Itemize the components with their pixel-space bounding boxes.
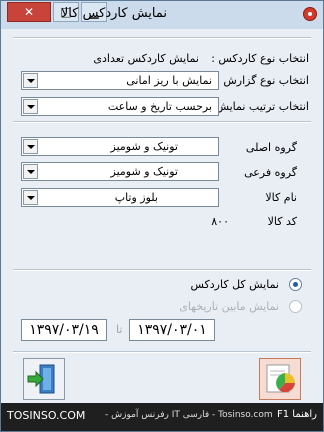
sort-order-combo[interactable]: برحسب تاریخ و ساعت (21, 97, 219, 116)
kardex-window: ✕ □ ▁ نمایش کاردکس کالا انتخاب نوع کاردک… (0, 0, 324, 432)
exit-button[interactable] (23, 358, 65, 400)
product-code-label: کد کالا (267, 215, 297, 228)
bottom-divider (13, 351, 311, 353)
app-icon (303, 7, 317, 21)
title-bar: ✕ □ ▁ نمایش کاردکس کالا (1, 1, 323, 29)
main-group-label: گروه اصلی (245, 141, 297, 154)
status-bar: TOSINSO.COM - رفرنس آموزش IT فارسی - Tos… (1, 403, 323, 431)
selection-type-label: انتخاب نوع کاردکس : (211, 52, 309, 65)
main-group-combo[interactable]: تونیک و شومیز (21, 137, 219, 156)
help-shortcut[interactable]: راهنما F1 (277, 409, 317, 420)
product-name-combo[interactable]: بلوز وتاپ (21, 188, 219, 207)
close-icon: ✕ (23, 5, 35, 19)
close-button[interactable]: ✕ (7, 2, 51, 22)
date-separator: تا (116, 323, 123, 336)
chevron-down-icon[interactable] (23, 99, 38, 114)
sort-order-value: برحسب تاریخ و ساعت (107, 100, 212, 113)
sub-group-value: تونیک و شومیز (110, 165, 178, 178)
report-chart-icon (266, 364, 295, 393)
product-code-value: ۸۰۰ (211, 215, 229, 228)
status-center-text: - رفرنس آموزش IT فارسی - Tosinso.com (105, 410, 273, 420)
show-all-label: نمایش کل کاردکس (190, 278, 279, 291)
chevron-down-icon[interactable] (23, 164, 38, 179)
sort-order-label: انتخاب ترتیب نمایش (215, 100, 309, 113)
sub-group-combo[interactable]: تونیک و شومیز (21, 162, 219, 181)
lower-divider (13, 269, 311, 271)
show-between-label: نمایش مابین تاریخهای (179, 300, 279, 313)
report-type-label: انتخاب نوع گزارش (223, 74, 309, 87)
to-date-field[interactable]: ۱۳۹۷/۰۳/۱۹ (21, 319, 107, 341)
main-group-value: تونیک و شومیز (110, 140, 178, 153)
report-type-combo[interactable]: نمایش با ریز امانی (21, 71, 219, 90)
show-all-radio[interactable] (289, 278, 302, 291)
exit-door-icon (27, 364, 55, 394)
product-name-value: بلوز وتاپ (114, 191, 158, 204)
report-type-value: نمایش با ریز امانی (126, 74, 212, 87)
status-left-text: TOSINSO.COM (7, 409, 86, 422)
sub-group-label: گروه فرعی (244, 166, 297, 179)
show-report-button[interactable] (259, 358, 301, 400)
selection-type-value: نمایش کاردکس تعدادی (93, 52, 199, 65)
top-divider (13, 37, 311, 39)
show-between-radio[interactable] (289, 300, 302, 313)
window-title: نمایش کاردکس کالا (60, 6, 167, 21)
chevron-down-icon[interactable] (23, 139, 38, 154)
chevron-down-icon[interactable] (23, 73, 38, 88)
chevron-down-icon[interactable] (23, 190, 38, 205)
middle-divider (13, 121, 311, 123)
from-date-field[interactable]: ۱۳۹۷/۰۳/۰۱ (129, 319, 215, 341)
product-name-label: نام کالا (265, 191, 297, 204)
